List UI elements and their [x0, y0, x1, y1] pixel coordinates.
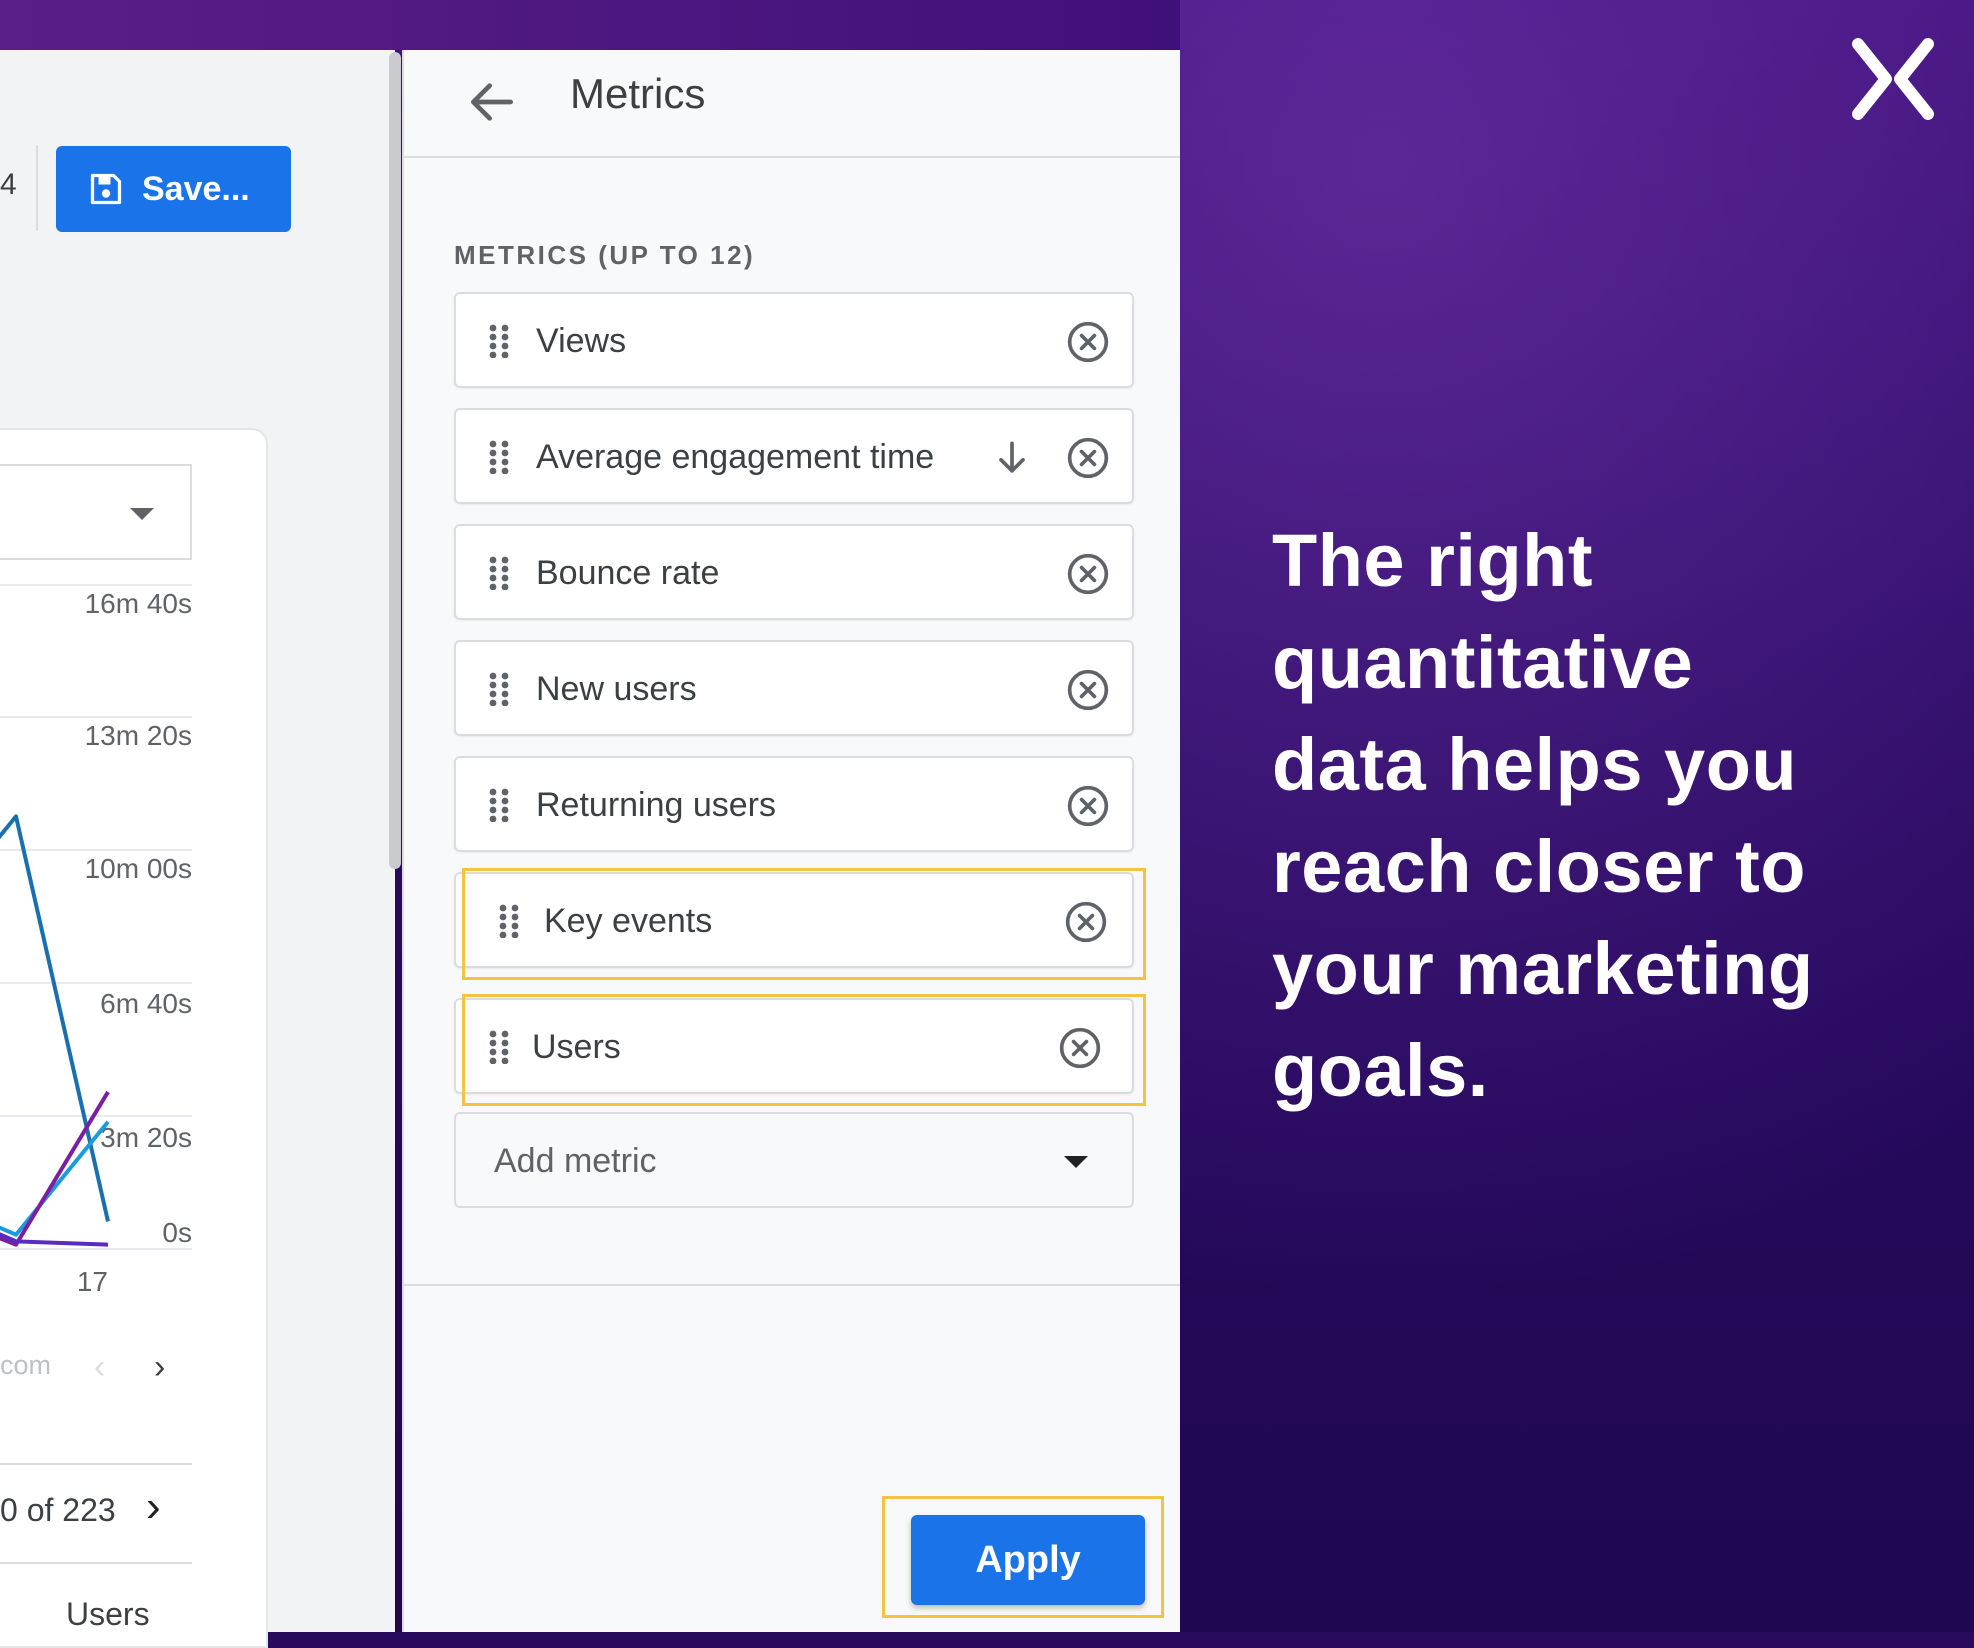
arrow-back-icon[interactable]: [464, 74, 520, 130]
table-divider: [0, 1562, 192, 1564]
promo-line: reach closer to: [1272, 825, 1806, 908]
table-divider: [0, 1463, 192, 1465]
panel-divider: [404, 1284, 1180, 1286]
save-button[interactable]: Save...: [56, 146, 291, 232]
metric-label: Key events: [544, 902, 713, 940]
remove-circle-icon[interactable]: [1066, 552, 1110, 596]
panel-header: Metrics: [404, 50, 1180, 158]
promo-line: your marketing: [1272, 927, 1814, 1010]
row-count: 0 of 223: [0, 1492, 116, 1528]
remove-circle-icon[interactable]: [1066, 784, 1110, 828]
caret-down-icon: [1064, 1156, 1088, 1168]
series-line-4: [0, 1232, 109, 1247]
column-header-users[interactable]: Users: [66, 1596, 150, 1633]
sort-descending-icon[interactable]: [990, 436, 1034, 480]
section-label: METRICS (UP TO 12): [454, 240, 756, 270]
drag-handle-icon[interactable]: [488, 440, 510, 474]
metric-label: Views: [536, 322, 627, 360]
drag-handle-icon[interactable]: [488, 788, 510, 822]
metric-chip-returning-users[interactable]: Returning users: [454, 756, 1134, 852]
drag-handle-icon[interactable]: [488, 1030, 510, 1064]
pager-fragment: com: [0, 1350, 52, 1380]
chart-metric-select[interactable]: [0, 464, 192, 560]
series-line-3: [0, 1090, 110, 1247]
drag-handle-icon[interactable]: [488, 556, 510, 590]
caret-down-icon: [130, 508, 154, 520]
promo-line: goals.: [1272, 1029, 1489, 1112]
save-icon: [90, 173, 122, 205]
chevron-right-icon[interactable]: ›: [154, 1348, 165, 1387]
remove-circle-icon[interactable]: [1066, 668, 1110, 712]
add-metric-label: Add metric: [494, 1142, 657, 1180]
metric-label: Users: [532, 1028, 621, 1066]
remove-circle-icon[interactable]: [1066, 320, 1110, 364]
toolbar-date-fragment: 4: [0, 168, 17, 201]
brand-logo-icon: [1852, 38, 1934, 120]
next-page-icon[interactable]: ›: [146, 1482, 161, 1532]
metric-chip-key-events[interactable]: Key events: [454, 872, 1134, 968]
chevron-left-icon[interactable]: ‹: [94, 1348, 105, 1387]
drag-handle-icon[interactable]: [498, 904, 520, 938]
toolbar-divider: [36, 145, 38, 231]
report-scrollbar[interactable]: [389, 52, 401, 869]
metric-label: New users: [536, 670, 697, 708]
panel-title: Metrics: [570, 70, 706, 117]
metric-chip-new-users[interactable]: New users: [454, 640, 1134, 736]
remove-circle-icon[interactable]: [1058, 1026, 1102, 1070]
metric-chip-users[interactable]: Users: [454, 998, 1134, 1094]
add-metric-select[interactable]: Add metric: [454, 1112, 1134, 1208]
series-line-1: [0, 814, 110, 1222]
metric-label: Bounce rate: [536, 554, 720, 592]
save-button-label: Save...: [142, 169, 250, 208]
metric-chip-bounce-rate[interactable]: Bounce rate: [454, 524, 1134, 620]
promo-line: data helps you: [1272, 723, 1798, 806]
metric-chip-average-engagement-time[interactable]: Average engagement time: [454, 408, 1134, 504]
line-chart: [0, 814, 110, 1247]
drag-handle-icon[interactable]: [488, 672, 510, 706]
promo-headline: The right quantitative data helps you re…: [1272, 510, 1912, 1122]
promo-line: The right: [1272, 519, 1594, 602]
remove-circle-icon[interactable]: [1066, 436, 1110, 480]
apply-button[interactable]: Apply: [911, 1515, 1145, 1605]
drag-handle-icon[interactable]: [488, 324, 510, 358]
metric-chip-views[interactable]: Views: [454, 292, 1134, 388]
metric-label: Average engagement time: [536, 438, 935, 476]
metrics-panel: Metrics METRICS (UP TO 12) Views Average…: [402, 50, 1180, 1632]
promo-line: quantitative: [1272, 621, 1694, 704]
remove-circle-icon[interactable]: [1064, 900, 1108, 944]
top-shadow-bar: [0, 0, 1180, 50]
metric-label: Returning users: [536, 786, 777, 824]
